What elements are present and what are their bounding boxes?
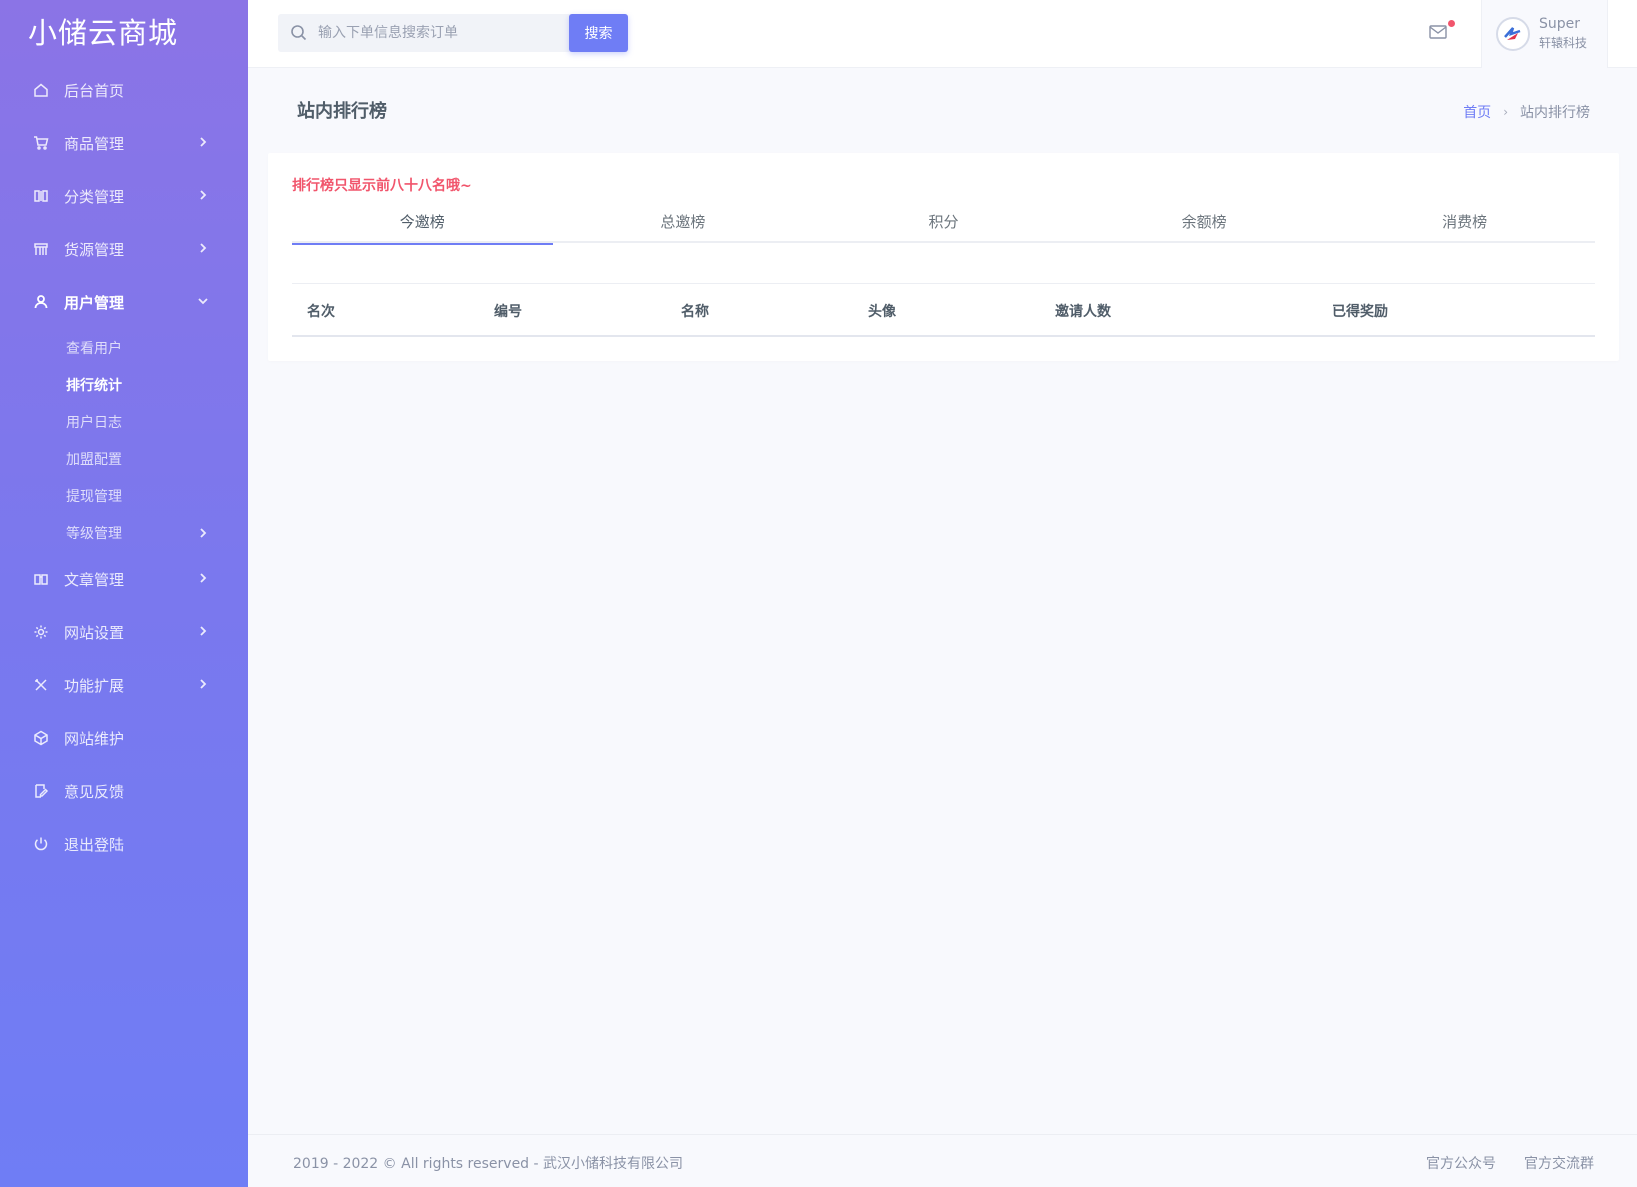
breadcrumb-current: 站内排行榜 — [1520, 105, 1590, 121]
tab-points[interactable]: 积分 — [813, 209, 1074, 241]
home-icon — [32, 81, 50, 99]
sidebar-item-maintenance[interactable]: 网站维护 — [0, 718, 248, 758]
sidebar-item-label: 用户管理 — [64, 293, 125, 312]
footer-link-official-account[interactable]: 官方公众号 — [1426, 1153, 1496, 1173]
columns-icon — [32, 187, 50, 205]
chevron-right-icon — [196, 188, 212, 204]
sidebar-item-label: 后台首页 — [64, 81, 125, 100]
user-icon — [32, 293, 50, 311]
column-header-rank: 名次 — [307, 304, 335, 320]
sidebar-subitem-label: 查看用户 — [66, 341, 122, 357]
sidebar: 小储云商城 后台首页 商品管理 分类管理 货源管理 用户管理 查看用户 排行统计… — [0, 0, 248, 1187]
sidebar-subitem-label: 用户日志 — [66, 415, 122, 431]
sidebar-item-label: 网站设置 — [64, 623, 125, 642]
user-menu[interactable]: Super 轩辕科技 — [1481, 0, 1608, 68]
sidebar-item-label: 意见反馈 — [64, 782, 125, 801]
column-header-rewards: 已得奖励 — [1332, 304, 1388, 320]
mail-icon[interactable] — [1428, 22, 1450, 44]
breadcrumb: 首页 › 站内排行榜 — [1463, 102, 1590, 122]
ranking-table-header: 名次 编号 名称 头像 邀请人数 已得奖励 — [292, 283, 1595, 337]
sidebar-item-label: 网站维护 — [64, 729, 125, 748]
sidebar-subitem-view-users[interactable]: 查看用户 — [0, 333, 248, 363]
sidebar-subitem-label: 排行统计 — [66, 378, 122, 394]
search-button[interactable]: 搜索 — [569, 14, 628, 52]
page-title: 站内排行榜 — [297, 101, 387, 122]
sidebar-item-label: 货源管理 — [64, 240, 125, 259]
gear-icon — [32, 623, 50, 641]
ranking-card: 排行榜只显示前八十八名哦~ 今邀榜 总邀榜 积分 余额榜 消费榜 名次 编号 名… — [268, 153, 1619, 361]
sidebar-subitem-label: 提现管理 — [66, 489, 122, 505]
ranking-notice: 排行榜只显示前八十八名哦~ — [292, 178, 472, 194]
sidebar-item-feedback[interactable]: 意见反馈 — [0, 771, 248, 811]
store-icon — [32, 240, 50, 258]
sidebar-subitem-user-logs[interactable]: 用户日志 — [0, 407, 248, 437]
sidebar-item-sources[interactable]: 货源管理 — [0, 229, 248, 269]
footer: 2019 - 2022 © All rights reserved - 武汉小储… — [248, 1134, 1637, 1187]
chevron-right-icon — [196, 241, 212, 257]
cube-icon — [32, 729, 50, 747]
chevron-right-icon — [196, 624, 212, 640]
sidebar-item-label: 商品管理 — [64, 134, 125, 153]
sidebar-subitem-ranking[interactable]: 排行统计 — [0, 370, 248, 400]
column-header-id: 编号 — [494, 304, 522, 320]
sidebar-item-users[interactable]: 用户管理 — [0, 282, 248, 322]
notification-dot — [1448, 20, 1455, 27]
power-icon — [32, 835, 50, 853]
sidebar-item-articles[interactable]: 文章管理 — [0, 559, 248, 599]
avatar — [1496, 17, 1530, 51]
copyright-text: 2019 - 2022 © All rights reserved - 武汉小储… — [293, 1156, 684, 1172]
chevron-right-icon — [196, 571, 212, 587]
column-header-invites: 邀请人数 — [1055, 304, 1111, 320]
sidebar-item-dashboard[interactable]: 后台首页 — [0, 70, 248, 110]
sidebar-subitem-franchise[interactable]: 加盟配置 — [0, 444, 248, 474]
chevron-right-icon — [196, 135, 212, 151]
search-icon — [290, 24, 308, 42]
sidebar-item-products[interactable]: 商品管理 — [0, 123, 248, 163]
user-name: Super — [1539, 16, 1581, 32]
sidebar-item-label: 退出登陆 — [64, 835, 125, 854]
chevron-right-icon — [196, 526, 212, 542]
sidebar-subitem-levels[interactable]: 等级管理 — [0, 518, 248, 548]
search-input[interactable] — [318, 14, 548, 52]
app-logo[interactable]: 小储云商城 — [28, 10, 178, 52]
sidebar-subitem-label: 等级管理 — [66, 526, 122, 542]
topbar: 搜索 Super 轩辕科技 — [248, 0, 1637, 68]
tab-spending[interactable]: 消费榜 — [1334, 209, 1595, 241]
breadcrumb-home-link[interactable]: 首页 — [1463, 102, 1491, 122]
sidebar-item-label: 文章管理 — [64, 570, 125, 589]
book-icon — [32, 570, 50, 588]
tools-icon — [32, 676, 50, 694]
user-subtitle: 轩辕科技 — [1539, 36, 1588, 50]
footer-link-community-group[interactable]: 官方交流群 — [1524, 1153, 1594, 1173]
cart-icon — [32, 134, 50, 152]
sidebar-subitem-withdraw[interactable]: 提现管理 — [0, 481, 248, 511]
ranking-tabs: 今邀榜 总邀榜 积分 余额榜 消费榜 — [292, 209, 1595, 245]
sidebar-item-site-settings[interactable]: 网站设置 — [0, 612, 248, 652]
chevron-right-icon: › — [1503, 105, 1508, 119]
chevron-down-icon — [196, 294, 212, 310]
edit-note-icon — [32, 782, 50, 800]
sidebar-subitem-label: 加盟配置 — [66, 452, 122, 468]
chevron-right-icon — [196, 677, 212, 693]
tab-balance[interactable]: 余额榜 — [1074, 209, 1335, 241]
sidebar-item-label: 分类管理 — [64, 187, 125, 206]
sidebar-item-categories[interactable]: 分类管理 — [0, 176, 248, 216]
column-header-name: 名称 — [681, 304, 709, 320]
tab-total-invites[interactable]: 总邀榜 — [553, 209, 814, 241]
sidebar-item-extensions[interactable]: 功能扩展 — [0, 665, 248, 705]
sidebar-item-logout[interactable]: 退出登陆 — [0, 824, 248, 864]
search-bar: 搜索 — [278, 14, 628, 52]
column-header-avatar: 头像 — [868, 304, 896, 320]
tab-today-invites[interactable]: 今邀榜 — [292, 209, 553, 245]
sidebar-item-label: 功能扩展 — [64, 676, 125, 695]
